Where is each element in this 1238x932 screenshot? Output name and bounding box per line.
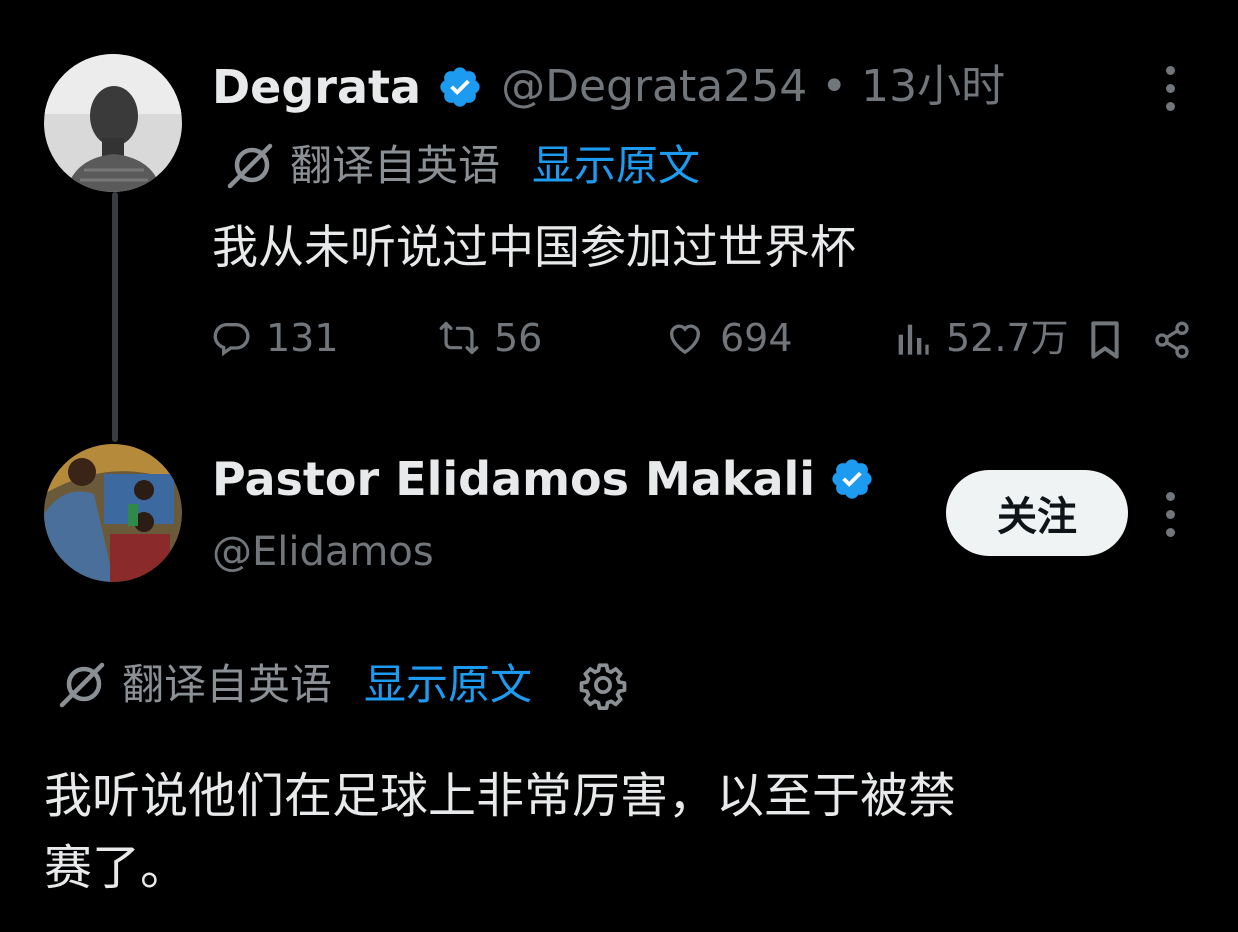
like-button[interactable]: 694 bbox=[664, 318, 793, 358]
gear-icon[interactable] bbox=[578, 660, 628, 710]
reply-count: 131 bbox=[266, 316, 339, 360]
retweet-icon bbox=[439, 321, 479, 355]
views-icon bbox=[898, 324, 929, 355]
retweet-button[interactable]: 56 bbox=[438, 318, 542, 358]
translation-row: 翻译自英语 显示原文 bbox=[224, 142, 700, 190]
reply-button[interactable]: 131 bbox=[212, 318, 339, 358]
translate-icon bbox=[59, 662, 105, 708]
handle-and-time[interactable]: @Degrata254 • 13小时 bbox=[501, 65, 1005, 109]
tweet-text: 我听说他们在足球上非常厉害，以至于被禁 赛了。 bbox=[44, 760, 956, 904]
tweet-text-line: 我听说他们在足球上非常厉害，以至于被禁 bbox=[44, 768, 957, 824]
user-handle[interactable]: @Elidamos bbox=[212, 532, 434, 572]
more-icon[interactable] bbox=[1160, 66, 1180, 111]
avatar-degrata[interactable] bbox=[44, 54, 182, 192]
reply-icon bbox=[213, 322, 250, 357]
thread-connector-line bbox=[112, 192, 118, 442]
like-icon bbox=[669, 324, 701, 355]
views-button[interactable]: 52.7万 bbox=[894, 318, 1069, 358]
verified-badge-icon bbox=[832, 459, 872, 499]
follow-button[interactable]: 关注 bbox=[946, 470, 1128, 556]
view-count: 52.7万 bbox=[946, 316, 1069, 360]
display-name[interactable]: Pastor Elidamos Makali bbox=[212, 456, 815, 502]
share-button[interactable] bbox=[1152, 320, 1192, 364]
translate-icon bbox=[227, 143, 273, 189]
show-original-link[interactable]: 显示原文 bbox=[532, 145, 700, 187]
verified-badge-icon bbox=[440, 67, 480, 107]
retweet-count: 56 bbox=[494, 316, 543, 360]
like-count: 694 bbox=[720, 316, 793, 360]
avatar-elidamos[interactable] bbox=[44, 444, 182, 582]
show-original-link[interactable]: 显示原文 bbox=[364, 664, 532, 706]
translation-row: 翻译自英语 显示原文 bbox=[56, 660, 628, 710]
tweet-text-line: 赛了。 bbox=[44, 840, 189, 896]
translated-from-label: 翻译自英语 bbox=[122, 660, 333, 709]
translated-from-label: 翻译自英语 bbox=[290, 141, 501, 190]
display-name[interactable]: Degrata bbox=[212, 64, 421, 110]
more-icon[interactable] bbox=[1160, 492, 1180, 537]
tweet-text: 我从未听说过中国参加过世界杯 bbox=[212, 220, 856, 274]
bookmark-button[interactable] bbox=[1088, 320, 1122, 364]
share-icon bbox=[1155, 321, 1189, 359]
bookmark-icon bbox=[1091, 321, 1119, 359]
